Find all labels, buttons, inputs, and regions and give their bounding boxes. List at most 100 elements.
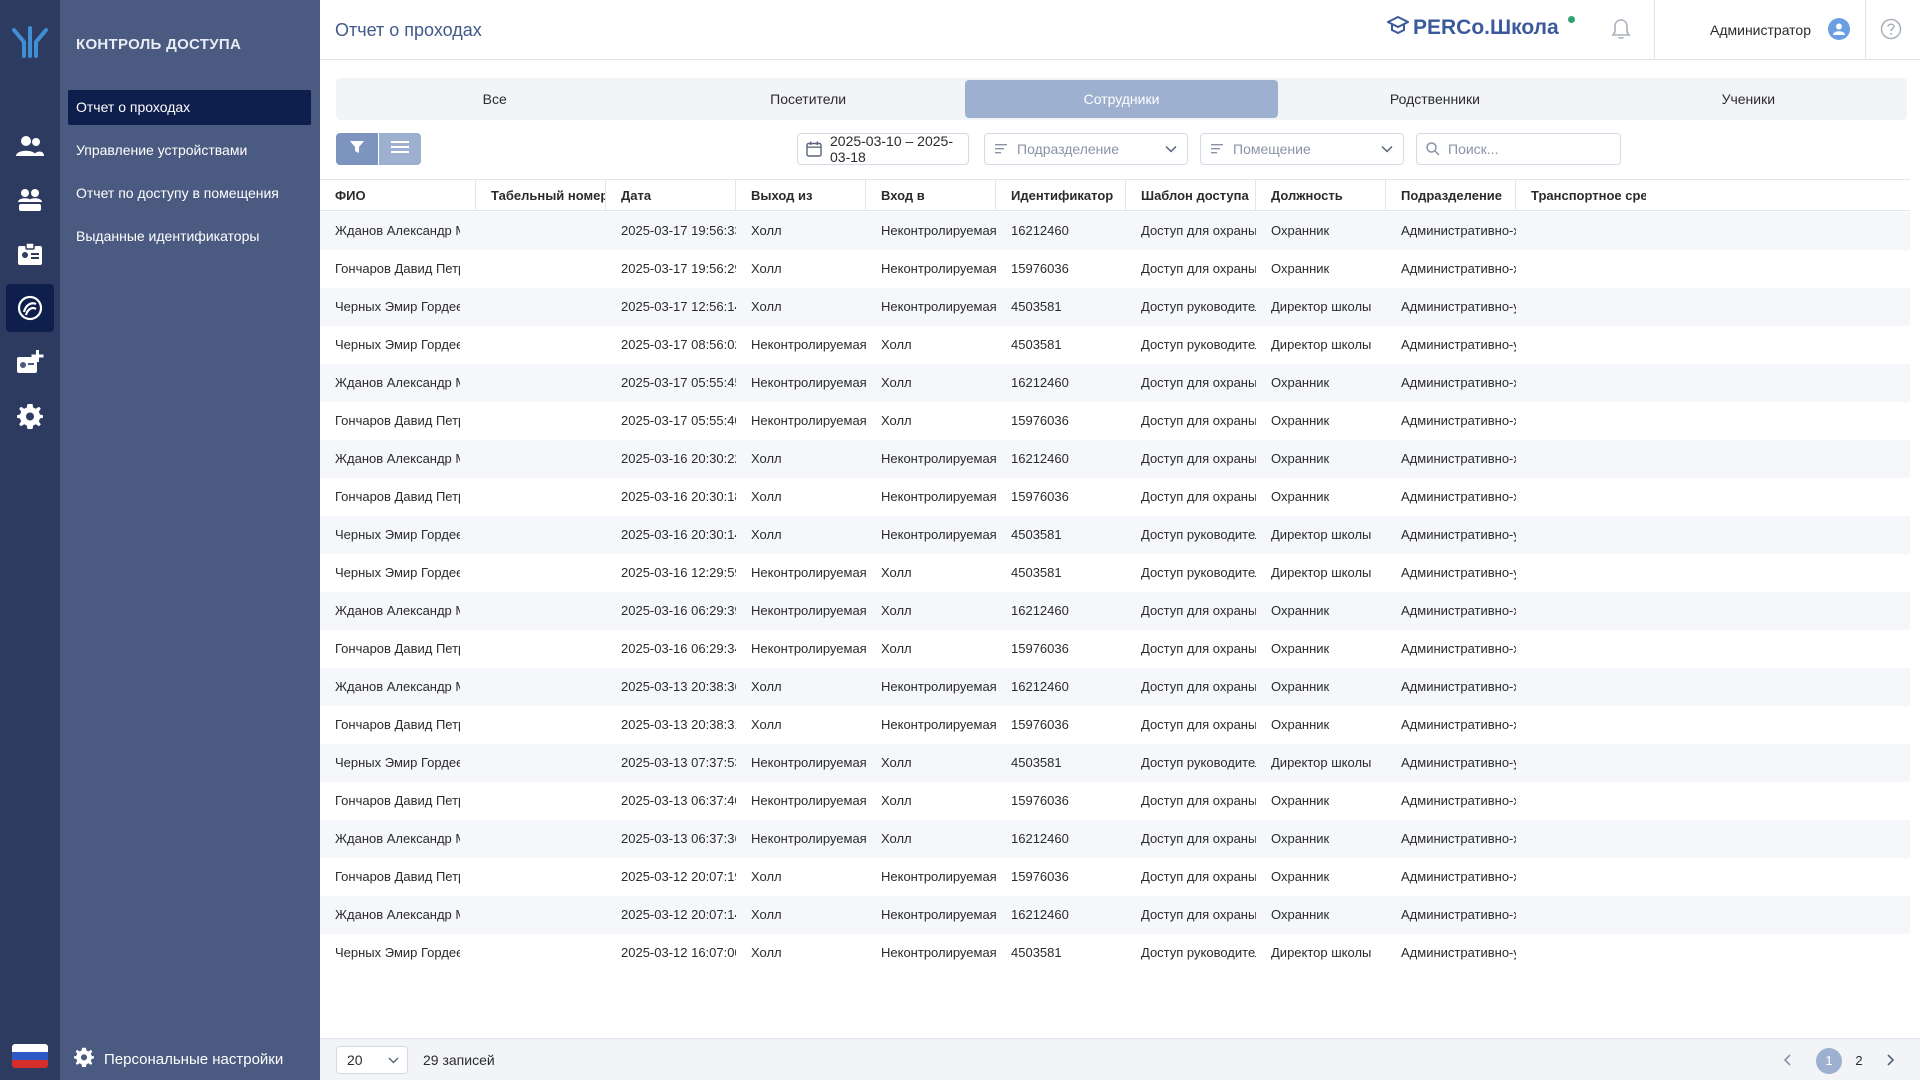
column-header-exit-from[interactable]: Выход из	[736, 180, 866, 211]
sidebar-item-pass-report[interactable]: Отчет о проходах	[68, 90, 311, 125]
page-size-select[interactable]: 20	[336, 1046, 408, 1074]
cell-identifier: 15976036	[1011, 793, 1069, 808]
cell-date: 2025-03-16 12:29:59	[621, 565, 736, 580]
column-header-vehicle[interactable]: Транспортное средство	[1516, 180, 1646, 211]
column-header-personnel-number[interactable]: Табельный номер	[476, 180, 606, 211]
cell-name: Гончаров Давид Петро	[335, 717, 460, 732]
cell-personnel-number	[476, 288, 606, 326]
cell-exit-from: Неконтролируемая тер	[751, 603, 866, 618]
tab-employees[interactable]: Сотрудники	[964, 80, 1279, 118]
cell-exit-from: Холл	[751, 527, 782, 542]
column-header-identifier[interactable]: Идентификатор	[996, 180, 1126, 211]
sidebar-item-issued-ids[interactable]: Выданные идентификаторы	[68, 219, 311, 254]
access-control-icon[interactable]	[6, 284, 54, 332]
table-row[interactable]: Гончаров Давид Петро 2025-03-16 20:30:18 Х…	[320, 478, 1910, 516]
table-row[interactable]: Черных Эмир Гордеев 2025-03-13 07:37:53 Не…	[320, 744, 1910, 782]
cell-entry-to: Холл	[881, 755, 912, 770]
tab-all[interactable]: Все	[338, 80, 651, 118]
columns-button[interactable]	[379, 133, 421, 165]
table-row[interactable]: Жданов Александр Ми 2025-03-16 20:30:22 Хо…	[320, 440, 1910, 478]
chevron-left-icon[interactable]	[1778, 1050, 1798, 1070]
cell-exit-from: Холл	[751, 299, 782, 314]
cell-name: Жданов Александр Ми	[335, 223, 460, 238]
table-row[interactable]: Гончаров Давид Петро 2025-03-13 20:38:31 Х…	[320, 706, 1910, 744]
add-badge-icon[interactable]	[6, 338, 54, 386]
cell-access-template: Доступ руководителей	[1141, 299, 1256, 314]
page-button[interactable]: 2	[1846, 1048, 1872, 1074]
room-select[interactable]: Помещение	[1200, 133, 1404, 165]
column-header-entry-to[interactable]: Вход в	[866, 180, 996, 211]
cell-identifier: 4503581	[1011, 565, 1062, 580]
cell-entry-to: Холл	[881, 603, 912, 618]
table-row[interactable]: Жданов Александр Ми 2025-03-12 20:07:14 Хо…	[320, 896, 1910, 934]
tab-relatives[interactable]: Родственники	[1278, 80, 1591, 118]
cell-entry-to: Неконтролируемая тер	[881, 945, 996, 960]
department-select[interactable]: Подразделение	[984, 133, 1188, 165]
cell-name: Жданов Александр Ми	[335, 451, 460, 466]
table-row[interactable]: Черных Эмир Гордеев 2025-03-16 20:30:14 Хо…	[320, 516, 1910, 554]
cell-personnel-number	[476, 896, 606, 934]
id-card-icon[interactable]	[6, 230, 54, 278]
table-row[interactable]: Гончаров Давид Петро 2025-03-12 20:07:19 Х…	[320, 858, 1910, 896]
search-input[interactable]: Поиск...	[1416, 133, 1621, 165]
cell-name: Черных Эмир Гордеев	[335, 565, 460, 580]
filter-button[interactable]	[336, 133, 378, 165]
tab-visitors[interactable]: Посетители	[651, 80, 964, 118]
tab-students[interactable]: Ученики	[1592, 80, 1905, 118]
view-toggle	[336, 133, 421, 165]
user-avatar-icon[interactable]	[1828, 18, 1850, 40]
settings-gear-icon	[74, 1047, 94, 1071]
cell-entry-to: Холл	[881, 641, 912, 656]
table-row[interactable]: Черных Эмир Гордеев 2025-03-12 16:07:00 Хо…	[320, 934, 1910, 972]
category-tabs: Все Посетители Сотрудники Родственники У…	[336, 78, 1907, 120]
cell-department: Административно-хоз	[1401, 489, 1516, 504]
table-row[interactable]: Жданов Александр Ми 2025-03-17 19:56:33 Хо…	[320, 212, 1910, 250]
cell-access-template: Доступ руководителей	[1141, 565, 1256, 580]
bell-icon[interactable]	[1610, 18, 1634, 42]
column-header-name[interactable]: ФИО	[320, 180, 476, 211]
cell-name: Гончаров Давид Петро	[335, 261, 460, 276]
date-range-picker[interactable]: 2025-03-10 – 2025-03-18	[797, 133, 969, 165]
sidebar-item-room-access-report[interactable]: Отчет по доступу в помещения	[68, 176, 311, 211]
cell-name: Черных Эмир Гордеев	[335, 337, 460, 352]
cell-name: Гончаров Давид Петро	[335, 413, 460, 428]
cell-exit-from: Неконтролируемая тер	[751, 337, 866, 352]
table-row[interactable]: Жданов Александр Ми 2025-03-13 20:38:36 Хо…	[320, 668, 1910, 706]
cell-position: Директор школы	[1271, 299, 1372, 314]
personal-settings-link[interactable]: Персональные настройки	[60, 1038, 320, 1080]
help-icon[interactable]	[1880, 18, 1904, 42]
language-flag-icon[interactable]	[12, 1044, 48, 1068]
column-header-department[interactable]: Подразделение	[1386, 180, 1516, 211]
column-header-position[interactable]: Должность	[1256, 180, 1386, 211]
cell-personnel-number	[476, 592, 606, 630]
group-icon[interactable]	[6, 176, 54, 224]
cell-department: Административно-хоз	[1401, 869, 1516, 884]
table-row[interactable]: Черных Эмир Гордеев 2025-03-17 08:56:02 Не…	[320, 326, 1910, 364]
table-row[interactable]: Гончаров Давид Петро 2025-03-17 05:55:40 Н…	[320, 402, 1910, 440]
cell-name: Гончаров Давид Петро	[335, 641, 460, 656]
app-logo-icon[interactable]	[8, 20, 52, 64]
table-row[interactable]: Жданов Александр Ми 2025-03-16 06:29:39 Не…	[320, 592, 1910, 630]
cell-exit-from: Холл	[751, 869, 782, 884]
cell-identifier: 15976036	[1011, 869, 1069, 884]
chevron-right-icon[interactable]	[1880, 1050, 1900, 1070]
table-row[interactable]: Жданов Александр Ми 2025-03-17 05:55:45 Не…	[320, 364, 1910, 402]
sidebar-item-device-management[interactable]: Управление устройствами	[68, 133, 311, 168]
column-header-date[interactable]: Дата	[606, 180, 736, 211]
user-name[interactable]: Администратор	[1710, 22, 1811, 38]
table-row[interactable]: Черных Эмир Гордеев 2025-03-17 12:56:14 Хо…	[320, 288, 1910, 326]
table-row[interactable]: Черных Эмир Гордеев 2025-03-16 12:29:59 Не…	[320, 554, 1910, 592]
users-icon[interactable]	[6, 122, 54, 170]
cell-access-template: Доступ для охраны	[1141, 451, 1256, 466]
cell-name: Жданов Александр Ми	[335, 603, 460, 618]
table-row[interactable]: Гончаров Давид Петро 2025-03-13 06:37:40 Н…	[320, 782, 1910, 820]
column-header-access-template[interactable]: Шаблон доступа	[1126, 180, 1256, 211]
cell-position: Директор школы	[1271, 945, 1372, 960]
header-divider	[1865, 0, 1866, 60]
page-button[interactable]: 1	[1816, 1048, 1842, 1074]
table-row[interactable]: Гончаров Давид Петро 2025-03-17 19:56:29 Х…	[320, 250, 1910, 288]
table-row[interactable]: Жданов Александр Ми 2025-03-13 06:37:36 Не…	[320, 820, 1910, 858]
settings-gear-icon[interactable]	[6, 392, 54, 440]
table-row[interactable]: Гончаров Давид Петро 2025-03-16 06:29:34 Н…	[320, 630, 1910, 668]
cell-department: Административно-хоз	[1401, 679, 1516, 694]
